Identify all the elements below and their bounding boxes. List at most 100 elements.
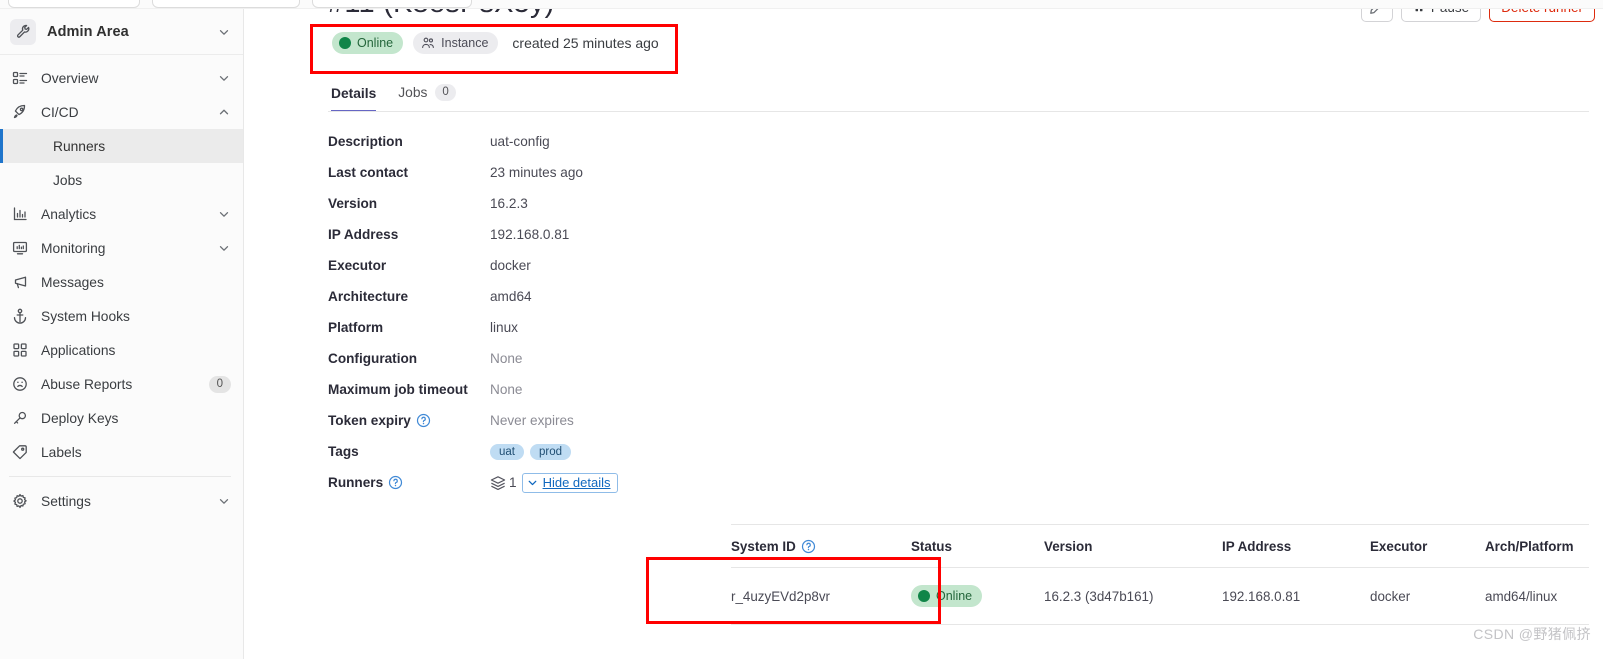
detail-value: amd64 <box>490 289 532 304</box>
runner-status-row: Online Instance created 25 minutes ago <box>332 30 659 56</box>
sidebar-item-label: Overview <box>41 70 99 86</box>
detail-value: 16.2.3 <box>490 196 528 211</box>
sidebar-item-deploy-keys[interactable]: Deploy Keys <box>0 401 243 435</box>
cell-arch: amd64/linux <box>1485 588 1558 604</box>
detail-row-maximum-job-timeout: Maximum job timeout None <box>328 374 618 405</box>
detail-label: Executor <box>328 258 387 273</box>
detail-label: IP Address <box>328 227 399 242</box>
sidebar-item-label: CI/CD <box>41 104 79 120</box>
tabs-divider <box>328 111 1589 112</box>
created-text: created 25 minutes ago <box>512 35 659 51</box>
chevron-down-icon[interactable] <box>217 71 231 85</box>
detail-row-executor: Executor docker <box>328 250 618 281</box>
column-header-version: Version <box>1044 538 1093 554</box>
sidebar-item-abuse-reports[interactable]: Abuse Reports 0 <box>0 367 243 401</box>
detail-label: Version <box>328 196 378 211</box>
tab-details[interactable]: Details <box>331 86 377 112</box>
top-cutoff-chip-1[interactable] <box>8 0 140 8</box>
detail-value: None <box>490 382 523 397</box>
column-header-arch: Arch/Platform <box>1485 538 1574 554</box>
hide-details-toggle[interactable]: Hide details <box>521 472 618 493</box>
sidebar-item-label: Jobs <box>53 172 83 188</box>
users-icon <box>422 37 435 49</box>
status-badge-label: Online <box>357 36 394 50</box>
label-icon <box>10 442 30 462</box>
anchor-icon <box>10 306 30 326</box>
grid-icon <box>10 340 30 360</box>
detail-label: Token expiry <box>328 413 411 428</box>
sidebar-item-labels[interactable]: Labels <box>0 435 243 469</box>
main-content: #11 (K8esPsX5y) Pause Delete runner Onli… <box>244 0 1603 659</box>
help-icon[interactable] <box>388 475 403 490</box>
detail-label: Runners <box>328 475 384 490</box>
table-row[interactable]: r_4uzyEVd2p8vr Online 16.2.3 (3d47b161) … <box>731 568 1589 624</box>
frown-icon <box>10 374 30 394</box>
sidebar-item-cicd[interactable]: CI/CD <box>0 95 243 129</box>
detail-label-wrap: Token expiry <box>328 413 490 428</box>
table-header-row: System ID Status Version IP Address Exec… <box>731 525 1589 567</box>
detail-value: Never expires <box>490 413 574 428</box>
cell-version: 16.2.3 (3d47b161) <box>1044 588 1154 604</box>
sidebar-item-runners[interactable]: Runners <box>0 129 243 163</box>
sidebar-item-messages[interactable]: Messages <box>0 265 243 299</box>
sidebar-item-label: Analytics <box>41 206 97 222</box>
runner-type-label: Instance <box>441 36 489 50</box>
chevron-down-icon <box>528 480 536 485</box>
detail-row-configuration: Configuration None <box>328 343 618 374</box>
sidebar-item-label: Monitoring <box>41 240 106 256</box>
sidebar-item-jobs[interactable]: Jobs <box>0 163 243 197</box>
sidebar-item-label: Runners <box>53 138 106 154</box>
detail-value: 192.168.0.81 <box>490 227 570 242</box>
sidebar-admin-area[interactable]: Admin Area <box>0 9 243 55</box>
tag-chip[interactable]: uat <box>490 444 524 460</box>
watermark: CSDN @野猪佩挤 <box>1473 626 1591 642</box>
tab-details-label: Details <box>331 86 377 101</box>
chevron-down-icon[interactable] <box>217 494 231 508</box>
sidebar-item-analytics[interactable]: Analytics <box>0 197 243 231</box>
wrench-icon <box>10 18 36 45</box>
sidebar-item-label: Abuse Reports <box>41 376 133 392</box>
help-icon[interactable] <box>801 539 816 554</box>
chevron-up-icon[interactable] <box>217 105 231 119</box>
sidebar-item-label: Deploy Keys <box>41 410 119 426</box>
runner-details-list: Description uat-config Last contact 23 m… <box>328 126 618 498</box>
sidebar-item-label: System Hooks <box>41 308 130 324</box>
detail-row-last-contact: Last contact 23 minutes ago <box>328 157 618 188</box>
detail-label-wrap: Runners <box>328 475 490 490</box>
detail-row-version: Version 16.2.3 <box>328 188 618 219</box>
tags-list: uat prod <box>490 443 577 460</box>
chevron-down-icon[interactable] <box>217 25 231 39</box>
runners-table: System ID Status Version IP Address Exec… <box>731 524 1589 625</box>
status-badge: Online <box>332 32 404 54</box>
sidebar-item-monitoring[interactable]: Monitoring <box>0 231 243 265</box>
hide-details-label: Hide details <box>542 474 611 490</box>
online-dot-icon <box>918 590 930 602</box>
detail-value: linux <box>490 320 518 335</box>
detail-row-architecture: Architecture amd64 <box>328 281 618 312</box>
detail-row-ip-address: IP Address 192.168.0.81 <box>328 219 618 250</box>
sidebar-item-overview[interactable]: Overview <box>0 61 243 95</box>
layers-icon <box>490 475 506 490</box>
detail-label: Platform <box>328 320 384 335</box>
sidebar-divider <box>9 476 231 477</box>
sidebar-item-label: Messages <box>41 274 104 290</box>
runner-detail-page: Admin Area Overview CI/CD Runners Jobs A… <box>0 0 1603 659</box>
top-cutoff-chip-3[interactable] <box>312 0 472 8</box>
sidebar-item-settings[interactable]: Settings <box>0 484 243 518</box>
detail-label: Description <box>328 134 403 149</box>
sidebar-nav: Overview CI/CD Runners Jobs Analytics Mo… <box>0 55 243 518</box>
sidebar-item-applications[interactable]: Applications <box>0 333 243 367</box>
column-header-status: Status <box>911 538 952 554</box>
sidebar-item-label: Applications <box>41 342 116 358</box>
tab-jobs[interactable]: Jobs 0 <box>398 84 456 112</box>
top-cutoff-chip-2[interactable] <box>152 0 300 8</box>
sidebar-item-system-hooks[interactable]: System Hooks <box>0 299 243 333</box>
abuse-reports-count: 0 <box>208 375 231 393</box>
help-icon[interactable] <box>416 413 431 428</box>
tag-chip[interactable]: prod <box>530 444 572 460</box>
chevron-down-icon[interactable] <box>217 207 231 221</box>
sidebar-item-label: Labels <box>41 444 82 460</box>
chevron-down-icon[interactable] <box>217 241 231 255</box>
status-badge: Online <box>911 585 983 607</box>
sidebar: Admin Area Overview CI/CD Runners Jobs A… <box>0 0 244 659</box>
